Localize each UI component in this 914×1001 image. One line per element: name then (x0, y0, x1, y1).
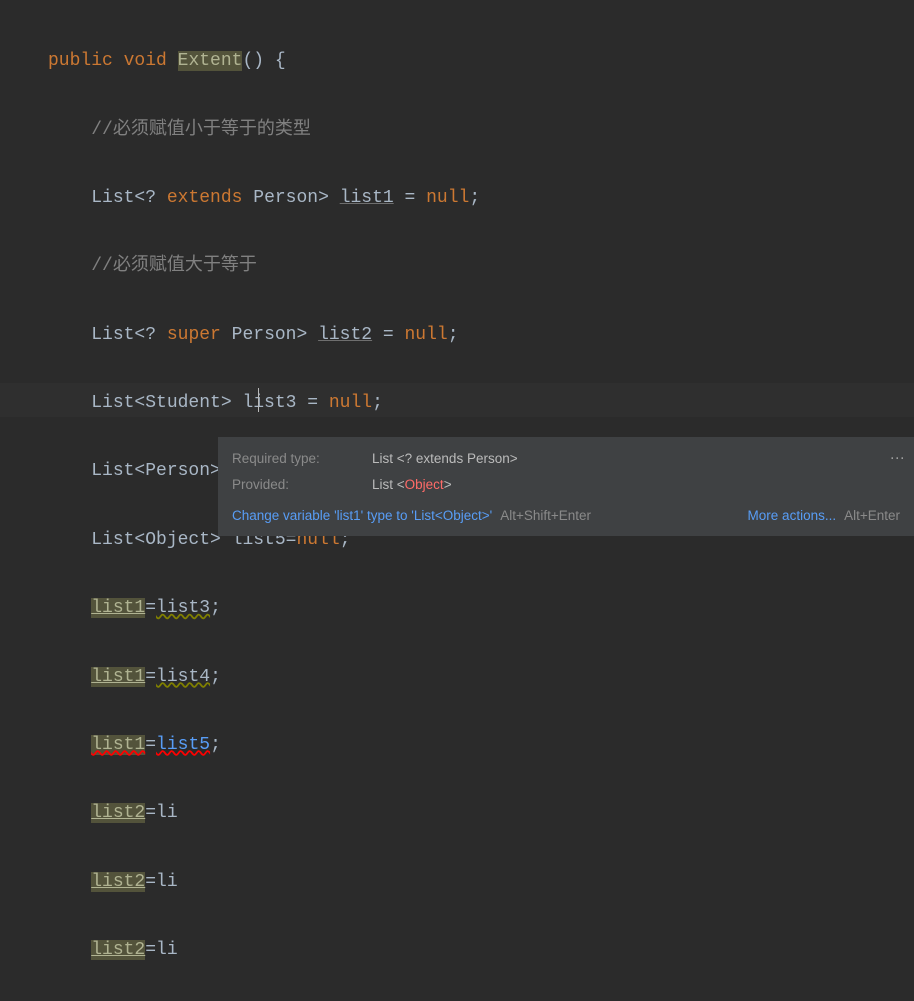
variable-highlighted: list2 (91, 803, 145, 823)
variable-error: list5 (156, 735, 210, 755)
variable: list3 (156, 598, 210, 618)
text: = (145, 872, 156, 892)
code-line[interactable]: List<? super Person> list2 = null; (48, 318, 914, 352)
text: List<? (91, 325, 167, 345)
tooltip-required-row: Required type: List <? extends Person> (232, 447, 900, 471)
tooltip-label: Required type: (232, 447, 372, 471)
shortcut-text: Alt+Enter (844, 504, 900, 528)
code-line[interactable]: list2=li (48, 796, 914, 830)
tooltip-provided-row: Provided: List <Object> (232, 473, 900, 497)
text: = (145, 598, 156, 618)
keyword: null (426, 188, 469, 208)
keyword: extends (167, 188, 243, 208)
variable-highlighted: list1 (91, 667, 145, 687)
code-line[interactable]: List<? extends Person> list1 = null; (48, 181, 914, 215)
text: ; (448, 325, 459, 345)
variable-error: list1 (91, 735, 145, 755)
text: = (145, 803, 156, 823)
keyword: void (124, 51, 167, 71)
text: = (394, 188, 426, 208)
code-line[interactable]: list1=list4; (48, 660, 914, 694)
code-line[interactable]: public void Extent() { (48, 44, 914, 78)
text: ; (210, 667, 221, 687)
text: List<? (91, 188, 167, 208)
tooltip-value: List <? extends Person> (372, 447, 518, 471)
text: Person> (242, 188, 339, 208)
text: = (145, 940, 156, 960)
text: ; (210, 735, 221, 755)
comment: //必须赋值大于等于 (91, 256, 257, 276)
error-tooltip: ⋮ Required type: List <? extends Person>… (218, 437, 914, 536)
more-options-icon[interactable]: ⋮ (885, 451, 910, 464)
variable-highlighted: list2 (91, 940, 145, 960)
variable: list4 (156, 667, 210, 687)
keyword: super (167, 325, 221, 345)
text: Person> (221, 325, 318, 345)
tooltip-label: Provided: (232, 473, 372, 497)
shortcut-text: Alt+Shift+Enter (500, 504, 591, 528)
text-caret (258, 388, 259, 412)
text: = (145, 667, 156, 687)
code-line[interactable]: //必须赋值大于等于 (48, 249, 914, 283)
text: ; (210, 598, 221, 618)
keyword: null (405, 325, 448, 345)
text: ; (469, 188, 480, 208)
more-actions-link[interactable]: More actions... (748, 504, 837, 528)
quickfix-link[interactable]: Change variable 'list1' type to 'List<Ob… (232, 504, 492, 528)
keyword: null (329, 393, 372, 413)
method-name: Extent (178, 51, 243, 71)
text: ; (372, 393, 383, 413)
text: li (156, 803, 178, 823)
text: List<Student> list3 = (91, 393, 329, 413)
tooltip-value: List <Object> (372, 473, 452, 497)
variable: list1 (340, 188, 394, 208)
code-line[interactable]: //必须赋值小于等于的类型 (48, 113, 914, 147)
text: li (156, 940, 178, 960)
variable: list2 (318, 325, 372, 345)
code-line[interactable]: list2=li (48, 933, 914, 967)
code-line[interactable]: list2=li (48, 865, 914, 899)
variable-highlighted: list1 (91, 598, 145, 618)
code-line[interactable]: list1=list3; (48, 591, 914, 625)
text: = (145, 735, 156, 755)
text: () { (242, 51, 285, 71)
code-line[interactable]: list1=list5; (48, 728, 914, 762)
tooltip-actions: Change variable 'list1' type to 'List<Ob… (232, 504, 900, 528)
text: = (372, 325, 404, 345)
comment: //必须赋值小于等于的类型 (91, 120, 311, 140)
variable-highlighted: list2 (91, 872, 145, 892)
text: li (156, 872, 178, 892)
keyword: public (48, 51, 113, 71)
code-line[interactable]: List<Student> list3 = null; (48, 386, 914, 420)
